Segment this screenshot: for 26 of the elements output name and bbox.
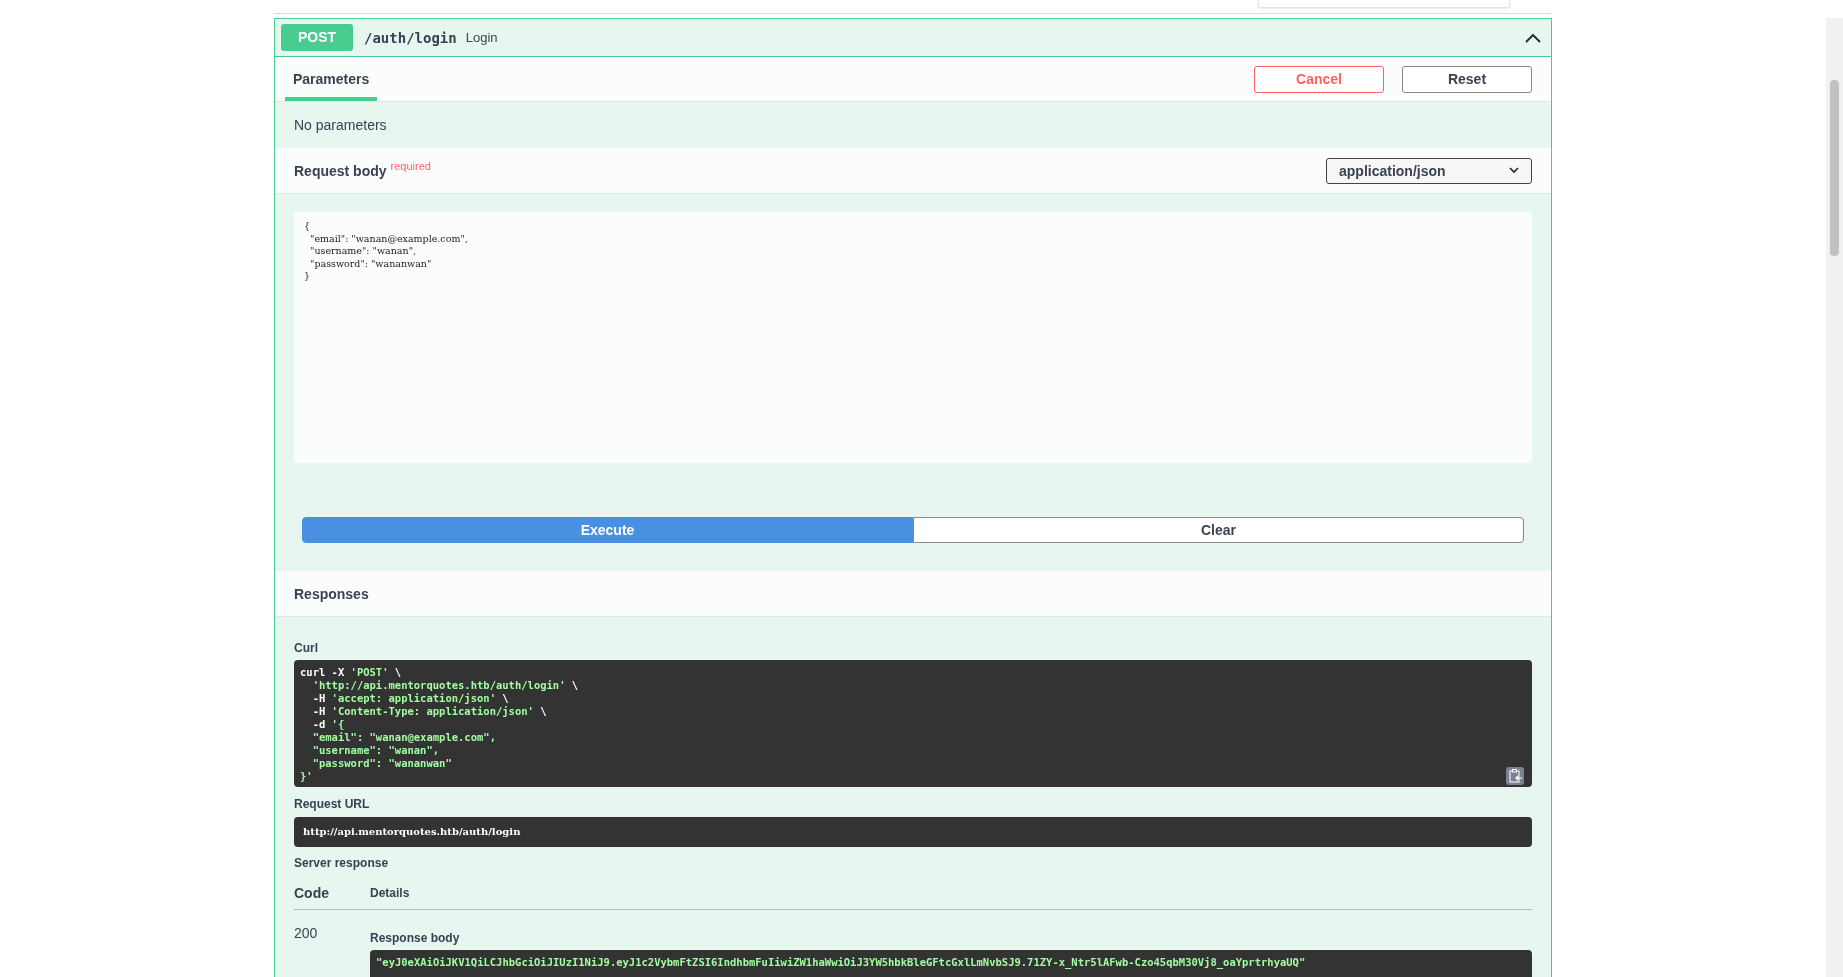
request-url-block: http://api.mentorquotes.htb/auth/login <box>294 817 1532 847</box>
column-header: Details <box>370 886 410 900</box>
server-response-label: Server response <box>294 856 390 871</box>
reset-button[interactable]: Reset <box>1402 65 1532 93</box>
section-title: Request body <box>294 162 387 179</box>
response-body-label: Response body <box>370 931 461 946</box>
scrollbar[interactable] <box>1826 18 1843 977</box>
endpoint-path: /auth/login <box>364 29 457 46</box>
curl-code-block: curl -X 'POST' \ 'http://api.mentorquotes.htb/auth/login' \ -H 'accept: application/json' \ -H 'Content-Type: application/json' \ -d '{ "email": "wanan@example.com", "username": "wanan", "password": "wananwan" }' <box>294 660 1532 787</box>
section-title: Responses <box>294 585 369 602</box>
content-type-select[interactable]: application/json <box>1326 157 1532 184</box>
chevron-icon[interactable] <box>1525 32 1541 43</box>
method-badge: POST <box>281 24 353 51</box>
column-header: Code <box>294 885 330 901</box>
copy-icon[interactable] <box>1506 767 1524 785</box>
no-parameters-text: No parameters <box>294 117 387 133</box>
request-url-label: Request URL <box>294 797 371 812</box>
tab[interactable]: Parameters <box>285 57 378 101</box>
endpoint-summary: Login <box>465 30 498 45</box>
chevron-down-icon <box>1509 167 1519 174</box>
request-body-field[interactable]: { "email": "wanan@example.com", "username": "wanan", "password": "wananwan" } <box>294 212 1532 463</box>
response-body-block: "eyJ0eXAiOiJKV1QiLCJhbGciOiJIUzI1NiJ9.eyJ1c2VybmFtZSI6IndhbmFuIiwiZW1haWwiOiJ3YW5hbkBleGFtcGxlLmNvbSJ9.71ZY-x_Ntr5lAFwb-Czo45qbM30Vj8_oaYprtrhyaUQ" <box>370 950 1532 977</box>
required-label: required <box>390 160 431 172</box>
clear-button[interactable]: Clear <box>913 517 1524 543</box>
status-code: 200 <box>294 924 319 943</box>
curl-label: Curl <box>294 641 319 656</box>
